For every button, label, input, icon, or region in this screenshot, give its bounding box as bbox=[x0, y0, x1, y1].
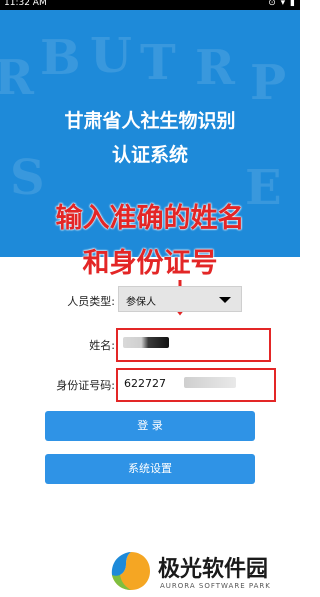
status-bar: 11:32 AM ⊙ ▾ ▮ bbox=[0, 0, 300, 10]
highlight-name-box bbox=[116, 328, 271, 362]
person-type-select[interactable]: 参保人 bbox=[118, 286, 242, 312]
watermark-subtitle: AURORA SOFTWARE PARK bbox=[160, 582, 271, 590]
chevron-down-icon bbox=[219, 297, 231, 303]
decor-letter: P bbox=[250, 55, 287, 111]
status-time: 11:32 AM bbox=[4, 0, 47, 8]
decor-letter: R bbox=[0, 50, 34, 106]
watermark-brand: 极光软件园 bbox=[158, 557, 269, 582]
name-label: 姓名: bbox=[89, 339, 115, 352]
decor-letter: R bbox=[195, 40, 235, 96]
annotation-line1: 输入准确的姓名 bbox=[55, 203, 245, 234]
person-type-label: 人员类型: bbox=[67, 295, 115, 308]
decor-letter: T bbox=[140, 35, 176, 91]
system-settings-button[interactable]: 系统设置 bbox=[45, 454, 255, 484]
page-title-line1: 甘肃省人社生物识别 bbox=[64, 110, 236, 132]
decor-letter: U bbox=[90, 28, 132, 84]
page-title-line2: 认证系统 bbox=[111, 144, 188, 166]
decor-letter: B bbox=[40, 30, 81, 86]
person-type-value: 参保人 bbox=[126, 297, 156, 308]
aurora-logo bbox=[111, 552, 150, 590]
id-number-label: 身份证号码: bbox=[56, 379, 115, 392]
annotation-line2: 和身份证号 bbox=[82, 248, 218, 279]
login-button[interactable]: 登 录 bbox=[45, 411, 255, 441]
highlight-id-box bbox=[116, 368, 276, 402]
status-icons: ⊙ ▾ ▮ bbox=[268, 0, 296, 8]
